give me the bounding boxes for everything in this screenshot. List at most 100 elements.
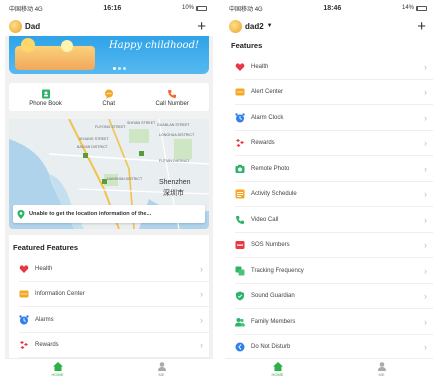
tab-home[interactable]: HOME [272, 362, 284, 377]
camera-icon [235, 164, 245, 173]
chevron-right-icon: › [200, 289, 203, 300]
alarm-icon [19, 315, 29, 325]
tab-home[interactable]: HOME [52, 362, 64, 377]
add-icon[interactable]: + [417, 19, 426, 34]
feature-label: Activity Schedule [251, 191, 297, 198]
feature-row-video-call[interactable]: Video Call › [225, 207, 433, 233]
featured-section: Featured Features Health › Information C… [9, 235, 209, 358]
tracking-icon [235, 266, 245, 276]
map-label-guanlan: GUANLAN STREET [157, 123, 190, 127]
avatar [229, 19, 242, 33]
map-label-nanshan: NANSHAN DISTRICT [107, 177, 143, 181]
map-label-fuyong: FUYONG STREET [95, 125, 126, 129]
feature-label: Rewards [35, 342, 59, 349]
call-number-icon [168, 90, 177, 98]
tab-bar: HOME ME [225, 358, 433, 380]
chevron-right-icon: › [200, 340, 203, 351]
phonebook-icon [41, 89, 50, 99]
heart-icon [235, 63, 245, 71]
feature-row-rewards[interactable]: Rewards › [225, 131, 433, 157]
section-title: Featured Features [13, 243, 79, 252]
quick-actions: Phone Book Chat Call Number [9, 83, 209, 111]
feature-row-remote-photo[interactable]: Remote Photo › [225, 156, 433, 182]
banner-text: Happy childhood! [108, 40, 199, 51]
chevron-right-icon: › [424, 61, 427, 72]
map-label-futian: FUTIAN DISTRICT [159, 159, 190, 163]
feature-row-activity-schedule[interactable]: Activity Schedule › [225, 182, 433, 208]
feature-row-health[interactable]: Health › [9, 256, 209, 282]
location-pin-icon [17, 209, 25, 219]
chevron-right-icon: › [200, 314, 203, 325]
home-icon [272, 362, 283, 371]
tab-me[interactable]: ME [377, 362, 387, 377]
signal-info: 中国移动 4G [9, 4, 43, 13]
schedule-icon [235, 189, 245, 199]
chevron-right-icon: › [424, 87, 427, 98]
feature-row-sound-guardian[interactable]: Sound Guardian › [225, 284, 433, 310]
chevron-right-icon: › [424, 342, 427, 353]
chevron-right-icon: › [424, 316, 427, 327]
feature-label: Remote Photo [251, 165, 290, 172]
feature-row-alarm-clock[interactable]: Alarm Clock › [225, 105, 433, 131]
clock: 16:16 [103, 4, 122, 12]
features-screen: 中国移动 4G 18:46 14% dad2 ▼ + Features Heal… [225, 0, 433, 380]
rewards-icon [236, 139, 244, 148]
feature-row-sos-numbers[interactable]: SOS Numbers › [225, 233, 433, 259]
promo-banner[interactable]: Happy childhood! [9, 36, 209, 74]
rewards-icon [20, 341, 28, 350]
feature-row-alert-center[interactable]: Alert Center › [225, 80, 433, 106]
person-icon [157, 362, 166, 371]
chevron-right-icon: › [424, 265, 427, 276]
city-label-en: Shenzhen [159, 179, 191, 186]
battery-icon [416, 5, 427, 11]
feature-row-health[interactable]: Health › [225, 54, 433, 80]
map-label-xixiang: XIXIANG STREET [79, 137, 109, 141]
chevron-right-icon: › [424, 189, 427, 200]
status-bar: 中国移动 4G 18:46 14% [225, 0, 433, 16]
call-number-button[interactable]: Call Number [155, 89, 189, 107]
video-call-icon [236, 215, 244, 224]
info-center-icon [19, 290, 29, 298]
chevron-right-icon: › [424, 240, 427, 251]
feature-row-tracking-frequency[interactable]: Tracking Frequency › [225, 258, 433, 284]
tab-label: HOME [271, 372, 284, 377]
heart-icon [19, 265, 29, 273]
tab-bar: HOME ME [5, 358, 213, 380]
tab-me[interactable]: ME [157, 362, 167, 377]
map-label-baoan: BAO'AN DISTRICT [77, 145, 108, 149]
battery-percent: 14% [401, 5, 414, 11]
chat-button[interactable]: Chat [102, 89, 115, 107]
feature-row-family-members[interactable]: Family Members › [225, 309, 433, 335]
alarm-clock-icon [235, 113, 245, 123]
feature-label: Sound Guardian [251, 293, 295, 300]
user-switcher[interactable]: dad2 ▼ [229, 19, 273, 33]
feature-row-rewards[interactable]: Rewards › [9, 333, 209, 359]
feature-row-do-not-disturb[interactable]: Do Not Disturb › [225, 335, 433, 361]
feature-label: Tracking Frequency [251, 267, 304, 274]
user-name: dad2 [245, 21, 264, 31]
feature-row-alarms[interactable]: Alarms › [9, 307, 209, 333]
sound-guardian-icon [236, 291, 244, 301]
feature-row-information-center[interactable]: Information Center › [9, 282, 209, 308]
feature-label: Alarms [35, 316, 54, 323]
location-map[interactable]: FUYONG STREET XIXIANG STREET SHIYAN STRE… [9, 119, 209, 229]
feature-label: Alarm Clock [251, 114, 284, 121]
features-list: Health › Alert Center › Alarm Clock › Re… [225, 54, 433, 360]
chevron-right-icon: › [424, 112, 427, 123]
family-icon [235, 317, 245, 327]
add-icon[interactable]: + [197, 19, 206, 34]
chevron-right-icon: › [424, 138, 427, 149]
person-icon [377, 362, 386, 371]
location-info-bar[interactable]: Unable to get the location information o… [13, 205, 205, 223]
feature-label: Do Not Disturb [251, 344, 291, 351]
phonebook-button[interactable]: Phone Book [29, 89, 62, 107]
home-icon [52, 362, 63, 371]
map-label-longhua: LONGHUA DISTRICT [159, 133, 195, 137]
chevron-right-icon: › [424, 163, 427, 174]
status-bar: 中国移动 4G 16:16 10% [5, 0, 213, 16]
avatar [9, 19, 22, 33]
top-bar: dad2 ▼ + [225, 16, 433, 36]
feature-label: Information Center [35, 291, 85, 298]
signal-info: 中国移动 4G [229, 4, 263, 13]
user-switcher[interactable]: Dad [9, 19, 40, 33]
